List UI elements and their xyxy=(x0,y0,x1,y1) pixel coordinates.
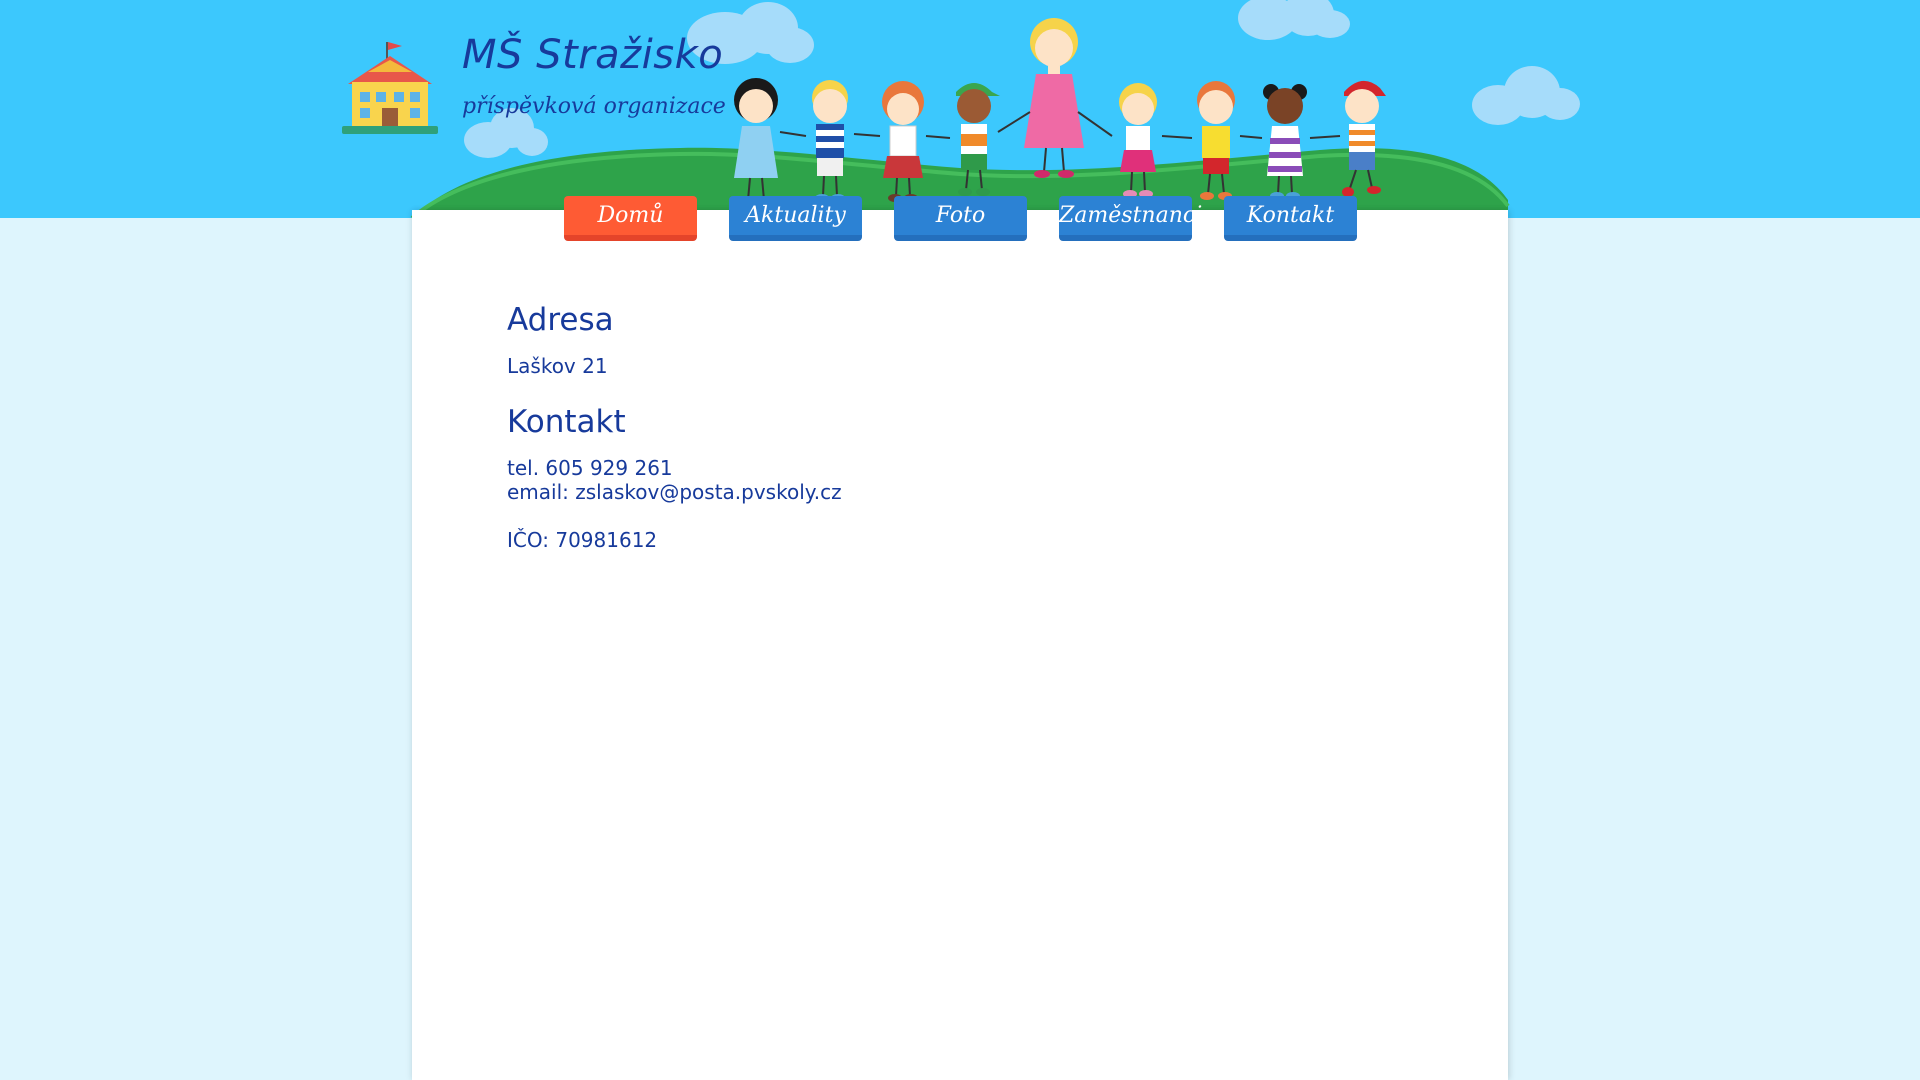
address-heading: Adresa xyxy=(507,302,614,338)
email-text[interactable]: email: zslaskov@posta.pvskoly.cz xyxy=(507,480,842,504)
site-title[interactable]: MŠ Stražisko xyxy=(462,32,723,78)
school-logo-icon[interactable] xyxy=(338,38,442,138)
header-illustration xyxy=(410,0,1580,218)
main-content: Adresa Laškov 21 Kontakt tel. 605 929 26… xyxy=(507,300,842,552)
main-nav: Domů Aktuality Foto Zaměstnanci Kontakt xyxy=(564,196,1357,241)
header-banner xyxy=(0,0,1920,218)
nav-item-domu[interactable]: Domů xyxy=(564,196,697,241)
ico-text: IČO: 70981612 xyxy=(507,528,658,552)
contact-heading: Kontakt xyxy=(507,404,626,440)
site-subtitle: příspěvková organizace xyxy=(462,94,726,119)
nav-item-zamestnanci[interactable]: Zaměstnanci xyxy=(1059,196,1202,241)
phone-text: tel. 605 929 261 xyxy=(507,456,673,480)
nav-item-foto[interactable]: Foto xyxy=(894,196,1027,241)
nav-item-aktuality[interactable]: Aktuality xyxy=(729,196,862,241)
nav-item-kontakt[interactable]: Kontakt xyxy=(1224,196,1357,241)
cloud-icon xyxy=(464,0,1580,158)
address-text: Laškov 21 xyxy=(507,354,608,378)
